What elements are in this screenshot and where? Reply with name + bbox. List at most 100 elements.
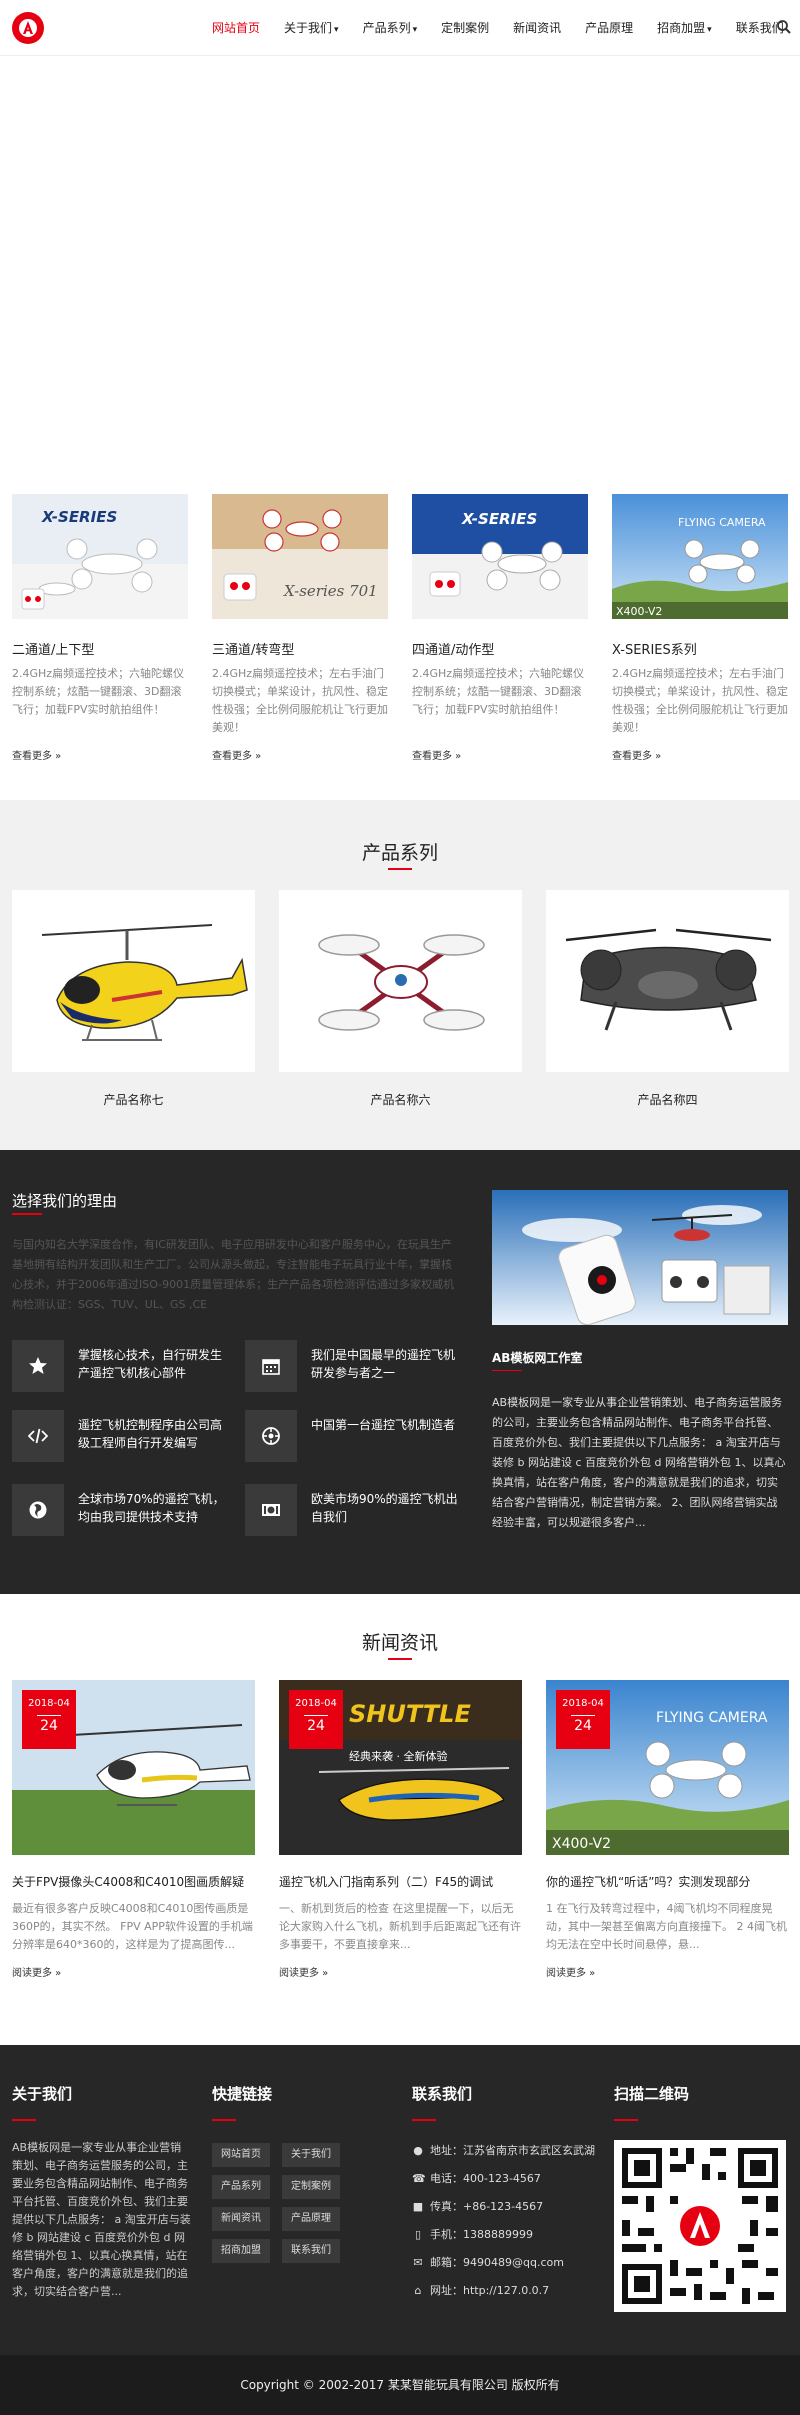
image-brand-text: FLYING CAMERA — [678, 516, 766, 529]
nav-item-news[interactable]: 新闻资讯 — [501, 0, 573, 56]
footer-link-cases[interactable]: 定制案例 — [282, 2175, 340, 2199]
nav-item-join[interactable]: 招商加盟 ▾ — [645, 0, 724, 56]
nav-item-cases[interactable]: 定制案例 — [429, 0, 501, 56]
feature-image: X-SERIES — [12, 494, 188, 619]
mail-icon: ✉ — [413, 2256, 423, 2269]
money-icon — [245, 1484, 297, 1536]
product-name[interactable]: 产品名称六 — [279, 1091, 522, 1108]
product-image — [318, 934, 485, 1031]
news-title[interactable]: 你的遥控飞机“听话”吗？实测发现部分 — [546, 1873, 789, 1890]
nav-label: 关于我们 — [284, 21, 333, 35]
feature-title[interactable]: X-SERIES系列 — [612, 639, 788, 658]
feature-title[interactable]: 三通道/转弯型 — [212, 639, 388, 658]
news-card[interactable]: SHUTTLE 经典来袭 · 全新体验 2018-04 24 遥控飞机入门指南系… — [279, 1680, 522, 1979]
image-brand-text: X-series 701 — [283, 582, 378, 600]
news-more-link[interactable]: 阅读更多 » — [546, 1964, 789, 1979]
news-date-month: 2018-04 — [28, 1698, 70, 1709]
globe-icon — [12, 1484, 64, 1536]
feature-title[interactable]: 四通道/动作型 — [412, 639, 588, 658]
nav-item-principle[interactable]: 产品原理 — [573, 0, 645, 56]
studio-desc: AB模板网是一家专业从事企业营销策划、电子商务运营服务的公司，主要业务包含精品网… — [492, 1396, 786, 1529]
contact-fax: ■ 传真：+86-123-4567 — [412, 2199, 632, 2215]
home-icon: ⌂ — [414, 2284, 422, 2297]
calendar-icon — [245, 1340, 297, 1392]
footer-link-principle[interactable]: 产品原理 — [282, 2207, 340, 2231]
product-name[interactable]: 产品名称四 — [546, 1091, 789, 1108]
feature-desc: 2.4GHz扁频遥控技术；左右手油门切换模式；单桨设计，抗风性、稳定性极强；全比… — [612, 667, 788, 734]
studio-title: AB模板网工作室 — [492, 1351, 583, 1365]
footer-links-title: 快捷链接 — [212, 2085, 273, 2103]
feature-more-link[interactable]: 查看更多 » — [12, 747, 188, 762]
site-logo[interactable] — [12, 12, 44, 44]
feature-card[interactable]: FLYING CAMERA X400-V2 X-SERIES系列 2.4GHz扁… — [612, 494, 788, 762]
nav-item-products[interactable]: 产品系列 ▾ — [351, 0, 430, 56]
nav-label: 招商加盟 — [657, 21, 706, 35]
section-title-news: 新闻资讯 — [361, 1632, 438, 1654]
footer-link-contact[interactable]: 联系我们 — [282, 2239, 340, 2263]
news-image: 2018-04 24 — [12, 1680, 255, 1855]
contact-text: 传真：+86-123-4567 — [430, 2200, 544, 2213]
why-item: 掌握核心技术，自行研发生产遥控飞机核心部件 — [12, 1340, 232, 1392]
news-title[interactable]: 遥控飞机入门指南系列（二）F45的调试 — [279, 1873, 522, 1890]
why-us-image — [492, 1190, 788, 1325]
footer-about-title: 关于我们 — [12, 2085, 73, 2103]
feature-card[interactable]: X-series 701 三通道/转弯型 2.4GHz扁频遥控技术；左右手油门切… — [212, 494, 388, 762]
product-card[interactable] — [279, 890, 522, 1072]
main-menu: 网站首页 关于我们 ▾ 产品系列 ▾ 定制案例 新闻资讯 产品原理 招商加盟 ▾ 联系… — [200, 0, 796, 56]
footer-about-desc: AB模板网是一家专业从事企业营销策划、电子商务运营服务的公司，主要业务包含精品网… — [12, 2141, 191, 2298]
title-underline — [12, 2119, 36, 2121]
why-us-desc: 与国内知名大学深度合作，有IC研发团队、电子应用研发中心和客户服务中心，在玩具生… — [12, 1238, 455, 1311]
why-item: 我们是中国最早的遥控飞机研发参与者之一 — [245, 1340, 465, 1392]
why-item: 全球市场70%的遥控飞机，均由我司提供技术支持 — [12, 1484, 232, 1536]
feature-title[interactable]: 二通道/上下型 — [12, 639, 188, 658]
why-item: 欧美市场90%的遥控飞机出自我们 — [245, 1484, 465, 1536]
contact-website[interactable]: ⌂ 网址：http://127.0.0.7 — [412, 2283, 632, 2299]
product-name[interactable]: 产品名称七 — [12, 1091, 255, 1108]
contact-text: 邮箱：9490489@qq.com — [430, 2256, 564, 2269]
news-date-month: 2018-04 — [562, 1698, 604, 1709]
news-desc: 一、新机到货后的检查 在这里提醒一下，以后无论大家购入什么飞机，新机到手后距离起… — [279, 1902, 521, 1951]
news-date-day: 24 — [307, 1718, 325, 1734]
nav-item-about[interactable]: 关于我们 ▾ — [272, 0, 351, 56]
footer-link-products[interactable]: 产品系列 — [212, 2175, 270, 2199]
news-card[interactable]: FLYING CAMERA X400-V2 2018-04 24 你的遥控飞机“… — [546, 1680, 789, 1979]
footer-link-join[interactable]: 招商加盟 — [212, 2239, 270, 2263]
chevron-down-icon: ▾ — [707, 25, 712, 35]
feature-card[interactable]: X-SERIES 四通道/动作型 2.4GHz扁频遥控技术；六轴陀螺仪控制系统；… — [412, 494, 588, 762]
footer-link-news[interactable]: 新闻资讯 — [212, 2207, 270, 2231]
news-title[interactable]: 关于FPV摄像头C4008和C4010图画质解疑 — [12, 1873, 255, 1890]
product-card[interactable] — [546, 890, 789, 1072]
news-more-link[interactable]: 阅读更多 » — [279, 1964, 522, 1979]
logo-a-icon — [19, 19, 37, 37]
chevron-down-icon: ▾ — [334, 25, 339, 35]
feature-image: X-SERIES — [412, 494, 588, 619]
feature-more-link[interactable]: 查看更多 » — [212, 747, 388, 762]
feature-more-link[interactable]: 查看更多 » — [612, 747, 788, 762]
news-card[interactable]: 2018-04 24 关于FPV摄像头C4008和C4010图画质解疑 最近有很… — [12, 1680, 255, 1979]
product-card[interactable] — [12, 890, 255, 1072]
nav-item-home[interactable]: 网站首页 — [200, 0, 272, 56]
contact-text: 网址：http://127.0.0.7 — [430, 2284, 550, 2297]
contact-address: ● 地址：江苏省南京市玄武区玄武湖 — [412, 2143, 632, 2159]
news-more-link[interactable]: 阅读更多 » — [12, 1964, 255, 1979]
title-underline — [388, 1658, 412, 1660]
feature-card[interactable]: X-SERIES 二通道/上下型 2.4GHz扁频遥控技术；六轴陀螺仪控制系统；… — [12, 494, 188, 762]
star-icon — [12, 1340, 64, 1392]
code-icon — [12, 1410, 64, 1462]
copyright: Copyright © 2002-2017 某某智能玩具有限公司 版权所有 — [0, 2355, 800, 2415]
product-image — [565, 928, 772, 1031]
contact-email[interactable]: ✉ 邮箱：9490489@qq.com — [412, 2255, 632, 2271]
phone-icon: ☎ — [412, 2172, 426, 2185]
feature-desc: 2.4GHz扁频遥控技术；六轴陀螺仪控制系统；炫酷一键翻滚、3D翻滚飞行；加载F… — [12, 667, 185, 716]
news-date-badge: 2018-04 24 — [556, 1690, 610, 1749]
image-model-text: X400-V2 — [616, 605, 662, 618]
contact-text: 电话：400-123-4567 — [430, 2172, 541, 2185]
nav-label: 网站首页 — [212, 21, 261, 35]
search-icon[interactable] — [776, 19, 792, 35]
news-date-day: 24 — [40, 1718, 58, 1734]
footer-link-home[interactable]: 网站首页 — [212, 2143, 270, 2167]
contact-text: 手机：1388889999 — [430, 2228, 533, 2241]
feature-more-link[interactable]: 查看更多 » — [412, 747, 588, 762]
footer-link-about[interactable]: 关于我们 — [282, 2143, 340, 2167]
top-navbar: 网站首页 关于我们 ▾ 产品系列 ▾ 定制案例 新闻资讯 产品原理 招商加盟 ▾ 联系… — [0, 0, 800, 56]
